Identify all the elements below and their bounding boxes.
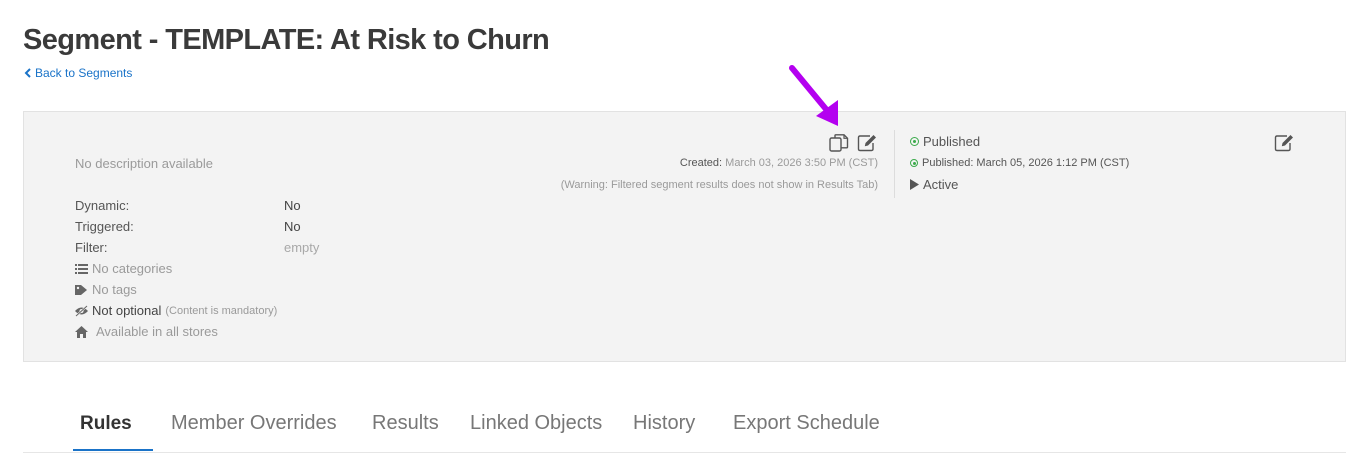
triggered-label: Triggered:: [75, 219, 134, 234]
tab-bar: Rules Member Overrides Results Linked Ob…: [23, 400, 1346, 453]
created-label: Created:: [679, 157, 723, 169]
created-line: Created: March 03, 2026 3:50 PM (CST): [680, 157, 878, 169]
tag-icon: [75, 284, 87, 295]
active-status: Active: [910, 177, 958, 192]
tags-text: No tags: [92, 282, 137, 297]
edit-icon: [857, 135, 876, 152]
description-text: No description available: [75, 156, 214, 171]
filter-warning: (Warning: Filtered segment results does …: [560, 179, 878, 191]
copy-button[interactable]: [828, 133, 850, 153]
list-icon: [75, 263, 88, 274]
active-tab-indicator: [73, 449, 153, 451]
tags-line: No tags: [75, 282, 137, 297]
published-label: Published: [923, 134, 981, 149]
tab-results[interactable]: Results: [372, 412, 439, 435]
categories-text: No categories: [92, 261, 173, 276]
page-title: Segment - TEMPLATE: At Risk to Churn: [23, 24, 550, 56]
chevron-left-icon: [24, 68, 31, 78]
triggered-value: No: [284, 219, 301, 234]
play-icon: [910, 179, 919, 190]
home-icon: [75, 325, 88, 338]
back-link-label: Back to Segments: [35, 66, 133, 80]
tab-member-overrides[interactable]: Member Overrides: [171, 412, 337, 435]
tab-rules[interactable]: Rules: [80, 413, 132, 435]
copy-icon: [829, 134, 849, 152]
edit-status-button[interactable]: [1273, 133, 1295, 153]
vertical-divider: [894, 130, 895, 198]
stores-text: Available in all stores: [96, 324, 218, 339]
optional-line: Not optional (Content is mandatory): [75, 303, 277, 318]
edit-details-button[interactable]: [856, 133, 878, 153]
eye-slash-icon: [75, 304, 88, 317]
check-circle-icon: [910, 137, 919, 146]
published-status: Published: [910, 134, 980, 149]
tab-export-schedule[interactable]: Export Schedule: [733, 412, 880, 435]
edit-icon: [1274, 135, 1293, 152]
optional-note: (Content is mandatory): [165, 304, 278, 317]
published-date: Published: March 05, 2026 1:12 PM (CST): [910, 157, 1129, 169]
check-circle-icon: [910, 159, 918, 167]
optional-text: Not optional: [92, 303, 162, 318]
tab-linked-objects[interactable]: Linked Objects: [470, 412, 602, 435]
segment-details-panel: No description available Dynamic: No Tri…: [23, 111, 1346, 362]
dynamic-label: Dynamic:: [75, 198, 130, 213]
categories-line: No categories: [75, 261, 172, 276]
filter-label: Filter:: [75, 240, 108, 255]
published-date-text: Published: March 05, 2026 1:12 PM (CST): [922, 157, 1130, 169]
dynamic-value: No: [284, 198, 301, 213]
tab-history[interactable]: History: [633, 412, 695, 435]
filter-value: empty: [284, 240, 320, 255]
created-value: March 03, 2026 3:50 PM (CST): [725, 157, 878, 169]
active-label: Active: [923, 177, 959, 192]
stores-line: Available in all stores: [75, 324, 218, 339]
back-to-segments-link[interactable]: Back to Segments: [24, 66, 132, 80]
